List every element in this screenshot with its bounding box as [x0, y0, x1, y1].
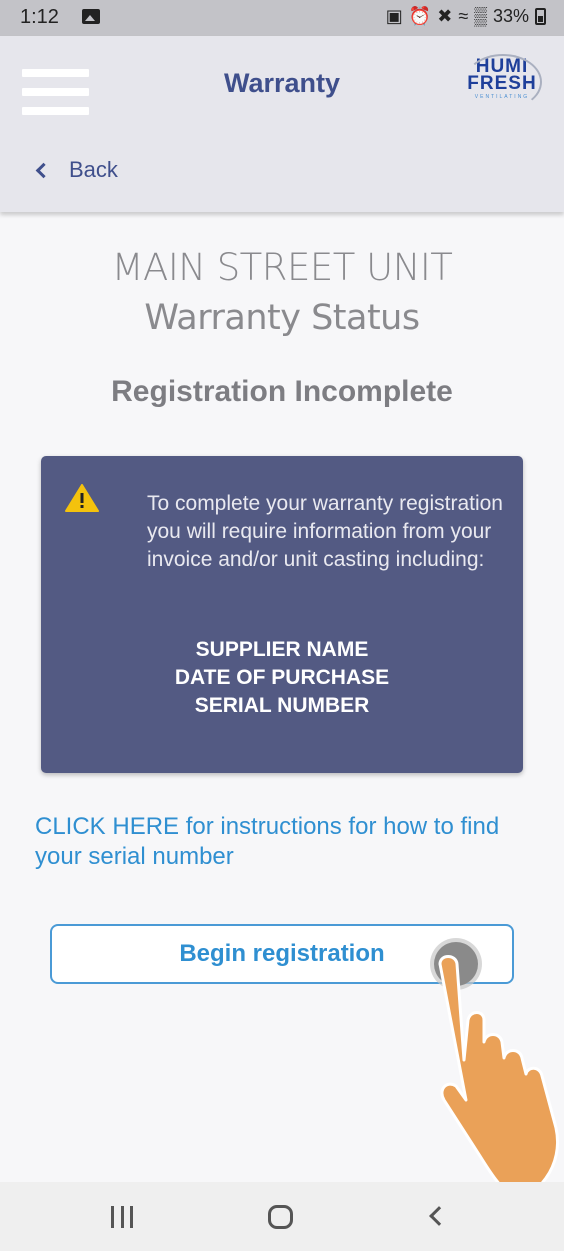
serial-number-help-link[interactable]: CLICK HERE for instructions for how to f… [35, 812, 535, 872]
recent-apps-icon[interactable] [111, 1206, 133, 1228]
chevron-left-icon [35, 162, 52, 178]
list-item: SERIAL NUMBER [194, 694, 370, 717]
info-text: To complete your warranty registration y… [147, 492, 503, 571]
info-card: To complete your warranty registration y… [41, 456, 523, 773]
battery-percent: 33% [492, 6, 529, 26]
required-info-list: SUPPLIER NAME DATE OF PURCHASE SERIAL NU… [41, 636, 523, 720]
back-label: Back [69, 157, 118, 182]
warning-icon [65, 484, 99, 512]
app-header: Warranty HUMI FRESH VENTILATING Back [0, 36, 564, 212]
back-nav-icon[interactable] [429, 1206, 449, 1226]
unit-name: MAIN STREET UNIT [111, 246, 453, 289]
status-time: 1:12 [20, 6, 59, 28]
alarm-icon: ⏰ [408, 6, 432, 26]
battery-icon [535, 8, 546, 25]
status-icons: ▣ ⏰ ✖ ≈ ▒ 33% [386, 6, 546, 27]
wifi-icon: ≈ [458, 6, 469, 26]
humifresh-logo: HUMI FRESH VENTILATING [462, 54, 542, 110]
signal-icon: ▒ [474, 6, 487, 26]
lock-icon: ▣ [385, 6, 403, 26]
back-button[interactable]: Back [34, 157, 118, 183]
system-nav-bar [0, 1182, 564, 1251]
mute-icon: ✖ [437, 6, 453, 26]
status-bar: 1:12 ▣ ⏰ ✖ ≈ ▒ 33% [0, 0, 564, 36]
pointing-hand-icon [438, 955, 560, 1200]
warranty-status-heading: Warranty Status [144, 298, 420, 338]
registration-status: Registration Incomplete [111, 375, 453, 408]
list-item: DATE OF PURCHASE [174, 666, 390, 689]
list-item: SUPPLIER NAME [195, 638, 369, 661]
gallery-icon [82, 9, 100, 24]
home-icon[interactable] [268, 1205, 293, 1229]
